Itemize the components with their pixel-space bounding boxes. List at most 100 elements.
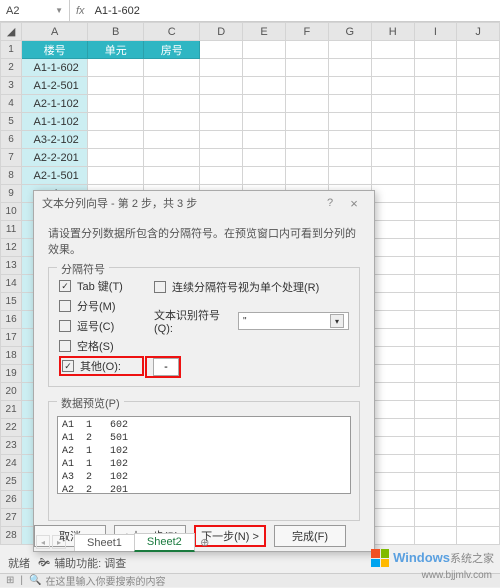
row-header[interactable]: 27 [1,509,22,527]
cell[interactable] [414,239,457,257]
cell[interactable] [144,77,200,95]
cell[interactable] [371,365,414,383]
cell[interactable] [243,95,286,113]
cell[interactable]: A2-1-501 [22,167,88,185]
cell[interactable] [457,365,500,383]
cell[interactable] [371,527,414,545]
cell[interactable]: A1-1-102 [22,113,88,131]
cell[interactable] [457,257,500,275]
col-header-H[interactable]: H [371,23,414,41]
row-header[interactable]: 9 [1,185,22,203]
other-delimiter-input[interactable] [153,358,179,376]
cell[interactable] [328,95,371,113]
cell[interactable] [371,239,414,257]
row-header[interactable]: 17 [1,329,22,347]
name-box[interactable]: A2 ▼ [0,0,70,21]
cell[interactable] [457,113,500,131]
cell[interactable] [144,113,200,131]
cell[interactable] [457,167,500,185]
checkbox-semicolon[interactable]: 分号(M) [59,296,144,316]
cell[interactable] [414,41,457,59]
cell[interactable] [414,59,457,77]
cell[interactable] [457,293,500,311]
row-header[interactable]: 19 [1,365,22,383]
cell[interactable] [457,527,500,545]
cell[interactable]: A3-2-102 [22,131,88,149]
row-header[interactable]: 24 [1,455,22,473]
cell[interactable] [88,95,144,113]
cell[interactable] [200,149,243,167]
row-header[interactable]: 3 [1,77,22,95]
cell[interactable] [414,113,457,131]
col-header-I[interactable]: I [414,23,457,41]
cell[interactable] [414,455,457,473]
cell[interactable]: A2-2-201 [22,149,88,167]
search-icon[interactable]: 🔍 [29,575,41,586]
cell[interactable] [457,41,500,59]
col-header-E[interactable]: E [243,23,286,41]
formula-value[interactable]: A1-1-602 [91,5,144,17]
cell[interactable] [88,77,144,95]
cell[interactable] [243,77,286,95]
start-icon[interactable]: ⊞ [6,575,14,586]
cell[interactable] [414,221,457,239]
cell[interactable] [414,401,457,419]
cell[interactable] [414,293,457,311]
cell[interactable] [414,185,457,203]
help-icon[interactable]: ? [318,197,342,209]
col-header-D[interactable]: D [200,23,243,41]
accessibility-icon[interactable]: 🙞 [38,554,50,573]
cell[interactable] [457,473,500,491]
header-cell[interactable]: 楼号 [22,41,88,59]
search-placeholder[interactable]: 在这里输入你要搜索的内容 [45,573,165,588]
cell[interactable] [144,131,200,149]
cell[interactable] [88,59,144,77]
cell[interactable] [414,419,457,437]
cell[interactable] [285,41,328,59]
cell[interactable] [371,149,414,167]
cell[interactable] [371,203,414,221]
cell[interactable]: A1-2-501 [22,77,88,95]
row-header[interactable]: 6 [1,131,22,149]
dialog-titlebar[interactable]: 文本分列向导 - 第 2 步，共 3 步 ? × [34,191,374,215]
cell[interactable] [200,77,243,95]
cell[interactable] [414,365,457,383]
cell[interactable] [144,95,200,113]
cell[interactable] [371,185,414,203]
row-header[interactable]: 25 [1,473,22,491]
cell[interactable] [457,149,500,167]
cell[interactable] [457,203,500,221]
cell[interactable] [144,167,200,185]
cell[interactable] [457,239,500,257]
row-header[interactable]: 13 [1,257,22,275]
cell[interactable] [243,167,286,185]
cell[interactable] [285,95,328,113]
col-header-B[interactable]: B [88,23,144,41]
cell[interactable] [243,149,286,167]
cell[interactable] [88,131,144,149]
cell[interactable] [200,167,243,185]
cell[interactable] [328,77,371,95]
header-cell[interactable]: 房号 [144,41,200,59]
col-header-A[interactable]: A [22,23,88,41]
col-header-G[interactable]: G [328,23,371,41]
cell[interactable] [328,167,371,185]
cell[interactable] [414,149,457,167]
cell[interactable] [414,275,457,293]
cell[interactable] [371,59,414,77]
cell[interactable] [414,131,457,149]
cell[interactable] [371,437,414,455]
checkbox-space[interactable]: 空格(S) [59,336,144,356]
cell[interactable] [285,77,328,95]
chevron-down-icon[interactable]: ▼ [55,6,63,15]
cell[interactable] [200,95,243,113]
cell[interactable] [285,113,328,131]
cell[interactable] [457,275,500,293]
close-icon[interactable]: × [342,196,366,211]
cell[interactable] [328,131,371,149]
cell[interactable] [88,149,144,167]
row-header[interactable]: 8 [1,167,22,185]
col-header-J[interactable]: J [457,23,500,41]
cell[interactable] [414,527,457,545]
cell[interactable] [457,437,500,455]
